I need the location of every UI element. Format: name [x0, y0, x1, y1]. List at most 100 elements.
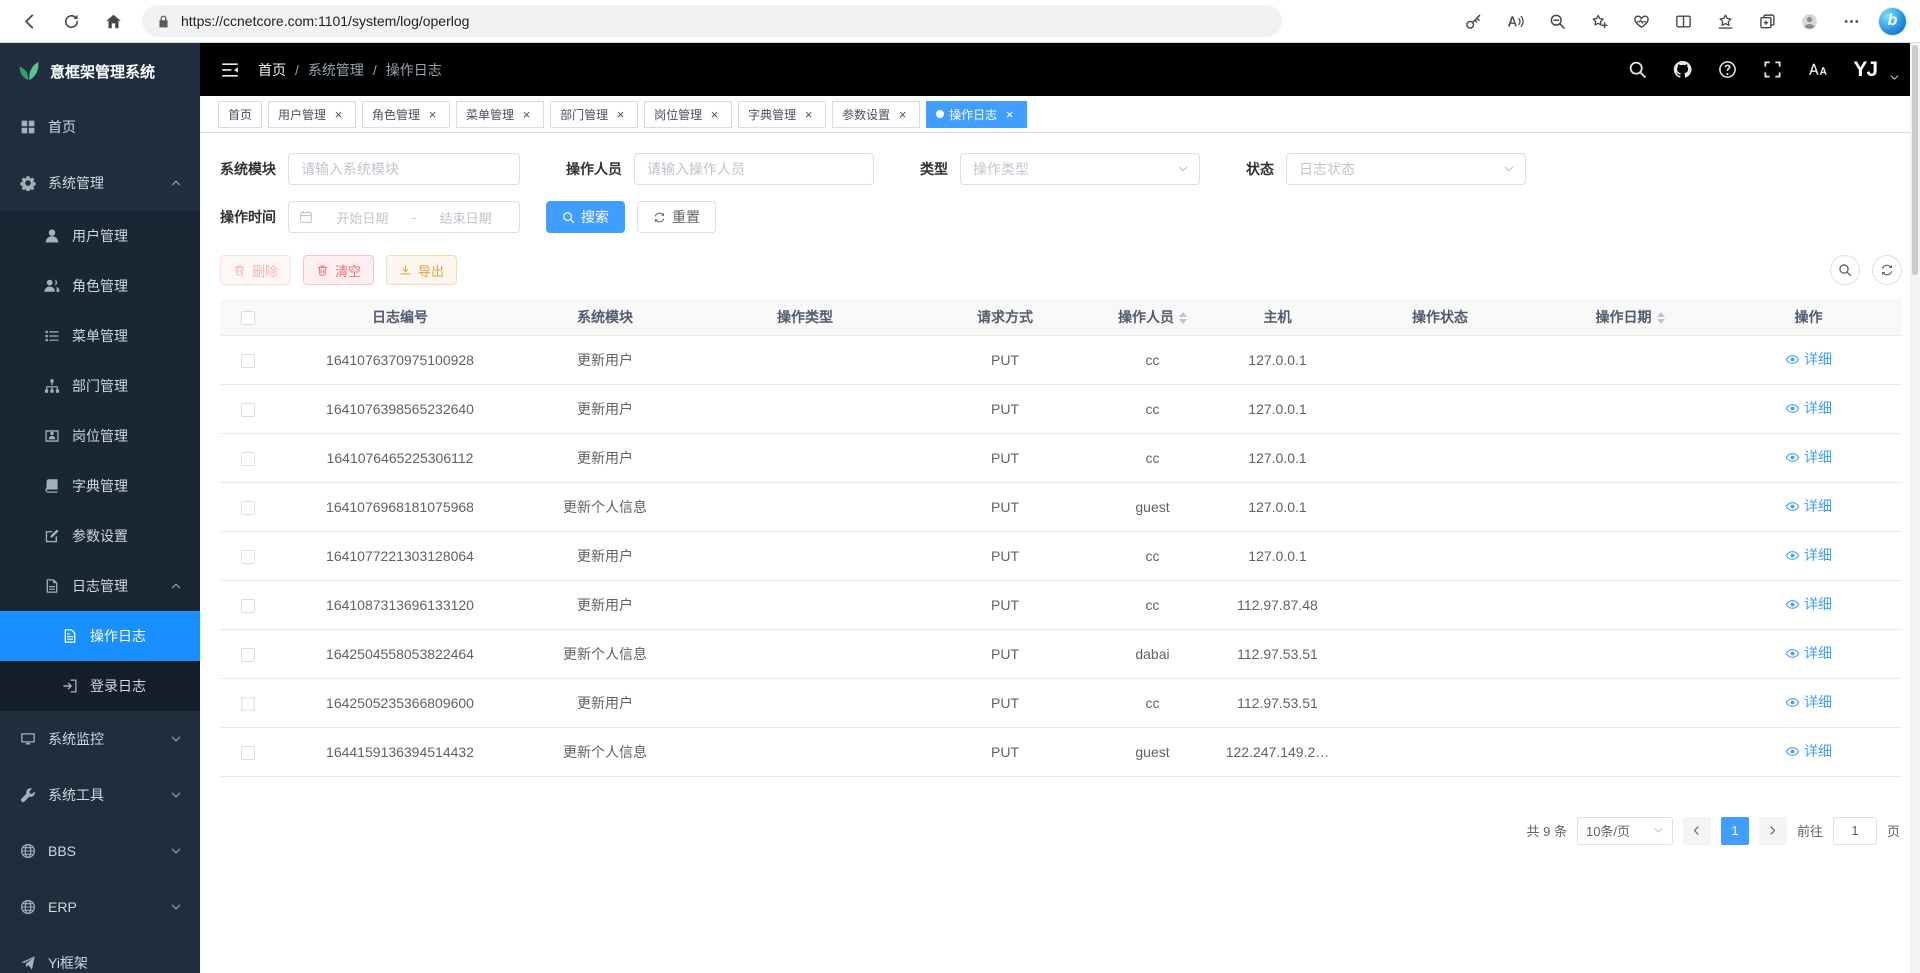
copilot-icon[interactable]: b	[1879, 8, 1906, 35]
breadcrumb-item[interactable]: 首页	[258, 60, 286, 80]
type-select[interactable]: 操作类型	[960, 153, 1200, 185]
close-icon[interactable]: ×	[1002, 107, 1017, 122]
clear-button[interactable]: 清空	[303, 255, 374, 285]
collections-icon[interactable]	[1753, 7, 1781, 35]
select-all-checkbox[interactable]	[241, 311, 255, 325]
back-icon[interactable]	[10, 4, 48, 38]
tab-item[interactable]: 岗位管理×	[644, 101, 732, 128]
tab-item[interactable]: 部门管理×	[550, 101, 638, 128]
search-icon[interactable]	[1628, 60, 1647, 79]
reload-icon[interactable]	[52, 4, 90, 38]
chevron-down-icon[interactable]	[1889, 72, 1900, 83]
sidebar-item[interactable]: 系统监控	[0, 711, 200, 767]
detail-link[interactable]: 详细	[1785, 349, 1832, 369]
profile-avatar[interactable]	[1795, 7, 1823, 35]
module-input[interactable]	[288, 153, 520, 185]
page-number-button[interactable]: 1	[1721, 817, 1749, 845]
key-icon[interactable]	[1459, 7, 1487, 35]
yj-logo[interactable]: YJ	[1853, 58, 1877, 82]
split-screen-icon[interactable]	[1669, 7, 1697, 35]
tab-item[interactable]: 菜单管理×	[456, 101, 544, 128]
export-button[interactable]: 导出	[386, 255, 457, 285]
sidebar-item[interactable]: 系统管理	[0, 155, 200, 211]
reset-button[interactable]: 重置	[637, 201, 716, 233]
row-checkbox[interactable]	[241, 648, 255, 662]
row-checkbox[interactable]	[241, 697, 255, 711]
sidebar-item[interactable]: 菜单管理	[0, 311, 200, 361]
sort-icon[interactable]	[1657, 312, 1665, 324]
address-bar[interactable]: https://ccnetcore.com:1101/system/log/op…	[142, 5, 1282, 37]
row-checkbox[interactable]	[241, 354, 255, 368]
more-icon[interactable]	[1837, 7, 1865, 35]
fullscreen-icon[interactable]	[1763, 60, 1782, 79]
status-select[interactable]: 日志状态	[1286, 153, 1526, 185]
detail-link[interactable]: 详细	[1785, 398, 1832, 418]
prev-page-button[interactable]	[1683, 817, 1711, 845]
row-checkbox[interactable]	[241, 599, 255, 613]
favorite-add-icon[interactable]	[1585, 7, 1613, 35]
row-checkbox[interactable]	[241, 452, 255, 466]
sidebar-item[interactable]: 日志管理	[0, 561, 200, 611]
favorites-bar-icon[interactable]	[1711, 7, 1739, 35]
scrollbar-thumb[interactable]	[1912, 45, 1918, 275]
browser-essentials-icon[interactable]	[1627, 7, 1655, 35]
sidebar-item[interactable]: BBS	[0, 823, 200, 879]
sidebar-item[interactable]: 用户管理	[0, 211, 200, 261]
tab-item[interactable]: 角色管理×	[362, 101, 450, 128]
tab-item[interactable]: 用户管理×	[268, 101, 356, 128]
goto-page-input[interactable]	[1833, 817, 1877, 845]
sidebar-item[interactable]: 字典管理	[0, 461, 200, 511]
text-size-icon[interactable]	[1808, 60, 1827, 79]
close-icon[interactable]: ×	[425, 107, 440, 122]
help-icon[interactable]	[1718, 60, 1737, 79]
sidebar-item[interactable]: 系统工具	[0, 767, 200, 823]
close-icon[interactable]: ×	[331, 107, 346, 122]
row-checkbox[interactable]	[241, 403, 255, 417]
next-page-button[interactable]	[1759, 817, 1787, 845]
date-range-picker[interactable]: 开始日期 - 结束日期	[288, 201, 520, 233]
search-button[interactable]: 搜索	[546, 201, 625, 233]
column-header[interactable]: 操作人员	[1085, 299, 1220, 335]
detail-link[interactable]: 详细	[1785, 692, 1832, 712]
sidebar-item[interactable]: 登录日志	[0, 661, 200, 711]
breadcrumb-item[interactable]: 系统管理	[308, 60, 364, 80]
read-aloud-icon[interactable]	[1501, 7, 1529, 35]
close-icon[interactable]: ×	[801, 107, 816, 122]
page-size-select[interactable]: 10条/页	[1577, 817, 1673, 845]
toggle-search-button[interactable]	[1830, 255, 1860, 285]
close-icon[interactable]: ×	[519, 107, 534, 122]
menu-fold-icon[interactable]	[220, 60, 240, 80]
tab-item[interactable]: 操作日志×	[926, 101, 1027, 128]
detail-link[interactable]: 详细	[1785, 545, 1832, 565]
sidebar-item[interactable]: 部门管理	[0, 361, 200, 411]
detail-link[interactable]: 详细	[1785, 643, 1832, 663]
tab-item[interactable]: 字典管理×	[738, 101, 826, 128]
lock-icon[interactable]	[156, 14, 171, 29]
zoom-out-icon[interactable]	[1543, 7, 1571, 35]
close-icon[interactable]: ×	[613, 107, 628, 122]
sidebar-item[interactable]: Yi框架	[0, 935, 200, 973]
page-scrollbar[interactable]	[1910, 43, 1920, 973]
refresh-table-button[interactable]	[1872, 255, 1902, 285]
sidebar-item[interactable]: 参数设置	[0, 511, 200, 561]
github-icon[interactable]	[1673, 60, 1692, 79]
sidebar-item[interactable]: 操作日志	[0, 611, 200, 661]
close-icon[interactable]: ×	[895, 107, 910, 122]
row-checkbox[interactable]	[241, 501, 255, 515]
tab-item[interactable]: 首页	[218, 101, 262, 128]
sidebar-item[interactable]: 岗位管理	[0, 411, 200, 461]
sidebar-item[interactable]: 角色管理	[0, 261, 200, 311]
tab-item[interactable]: 参数设置×	[832, 101, 920, 128]
detail-link[interactable]: 详细	[1785, 594, 1832, 614]
operator-input[interactable]	[634, 153, 874, 185]
row-checkbox[interactable]	[241, 746, 255, 760]
home-icon[interactable]	[94, 4, 132, 38]
detail-link[interactable]: 详细	[1785, 741, 1832, 761]
row-checkbox[interactable]	[241, 550, 255, 564]
sidebar-item[interactable]: ERP	[0, 879, 200, 935]
sort-icon[interactable]	[1179, 312, 1187, 324]
close-icon[interactable]: ×	[707, 107, 722, 122]
detail-link[interactable]: 详细	[1785, 496, 1832, 516]
sidebar-item[interactable]: 首页	[0, 99, 200, 155]
delete-button[interactable]: 删除	[220, 255, 291, 285]
